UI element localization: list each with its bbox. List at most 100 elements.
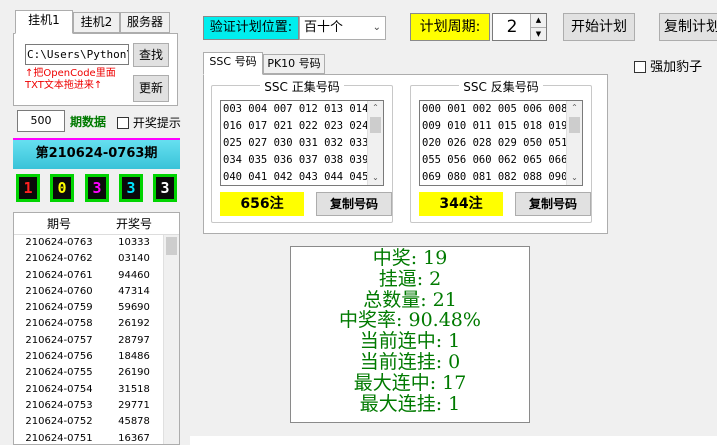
cell-number: 59690 <box>118 302 150 314</box>
plan-cycle-stepper[interactable]: 2 ▲ ▼ <box>492 13 547 41</box>
cell-period: 210624-0760 <box>25 285 93 297</box>
lottery-ball-5: 3 <box>153 174 177 202</box>
table-row[interactable]: 210624-0755 26190 <box>14 365 179 381</box>
table-row[interactable]: 210624-0761 94460 <box>14 268 179 284</box>
reverse-set-group: SSC 反集号码 000 001 002 005 006 008 009 010 … <box>410 80 592 223</box>
history-table-scroll-thumb[interactable] <box>166 237 177 255</box>
forward-set-listbox[interactable]: 003 004 007 012 013 014 016 017 021 022 0… <box>220 100 384 186</box>
start-plan-button[interactable]: 开始计划 <box>563 13 635 41</box>
list-item[interactable]: 034 035 036 037 038 039 <box>221 152 383 169</box>
stat-line: 最大连挂: 1 <box>359 392 461 415</box>
cell-number: 31518 <box>118 383 150 395</box>
cell-number: 16367 <box>118 432 150 444</box>
stat-line: 最大连中: 17 <box>353 371 467 394</box>
current-period-banner: 第210624-0763期 <box>13 138 180 169</box>
cell-number: 28797 <box>118 334 150 346</box>
cell-period: 210624-0758 <box>25 318 93 330</box>
list-item[interactable]: 020 026 028 029 050 051 <box>420 135 582 152</box>
plan-position-label: 验证计划位置: <box>203 16 299 40</box>
scroll-up-icon[interactable]: ⌃ <box>567 101 582 115</box>
cell-period: 210624-0757 <box>25 334 93 346</box>
header-period[interactable]: 期号 <box>14 213 104 234</box>
stat-line: 挂逼: 2 <box>378 267 442 290</box>
cell-period: 210624-0759 <box>25 302 93 314</box>
cell-period: 210624-0754 <box>25 383 93 395</box>
lottery-ball-1: 1 <box>16 174 40 202</box>
cell-number: 47314 <box>118 285 150 297</box>
lottery-ball-4: 3 <box>119 174 143 202</box>
forward-set-group: SSC 正集号码 003 004 007 012 013 014 016 017 … <box>211 80 393 223</box>
copy-plan-button[interactable]: 复制计划 <box>659 13 717 41</box>
tab-guaji-2[interactable]: 挂机2 <box>73 12 120 33</box>
tab-guaji-1[interactable]: 挂机1 <box>15 10 73 34</box>
table-row[interactable]: 210624-0754 31518 <box>14 382 179 398</box>
reverse-set-scroll-thumb[interactable] <box>569 117 580 133</box>
forward-set-scroll-thumb[interactable] <box>370 117 381 133</box>
list-item[interactable]: 003 004 007 012 013 014 <box>221 101 383 118</box>
table-row[interactable]: 210624-0751 16367 <box>14 431 179 444</box>
drag-hint: ↑把OpenCode里面 TXT文本拖进来↑ <box>25 68 116 92</box>
drag-hint-line-2: TXT文本拖进来↑ <box>25 80 103 91</box>
table-row[interactable]: 210624-0752 45878 <box>14 414 179 430</box>
stat-line: 中奖: 19 <box>372 247 448 269</box>
reverse-set-scrollbar[interactable]: ⌃ ⌄ <box>566 101 582 185</box>
history-table-scrollbar[interactable] <box>163 235 179 444</box>
find-button[interactable]: 查找 <box>133 43 169 67</box>
prize-hint-check-box[interactable] <box>117 117 129 129</box>
table-row[interactable]: 210624-0753 29771 <box>14 398 179 414</box>
statistics-panel: 中奖: 19 挂逼: 2 总数量: 21 中奖率: 90.48% 当前连中: 1 当前连挂… <box>290 246 530 423</box>
stepper-down-icon[interactable]: ▼ <box>530 27 546 40</box>
plan-cycle-label: 计划周期: <box>410 13 490 41</box>
reverse-set-title: SSC 反集号码 <box>459 80 543 94</box>
file-path-input[interactable]: C:\Users\Python\D <box>25 44 129 65</box>
scroll-down-icon[interactable]: ⌄ <box>368 171 383 185</box>
cell-period: 210624-0755 <box>25 367 93 379</box>
cell-number: 26192 <box>118 318 150 330</box>
period-count-input[interactable]: 500 <box>17 110 65 132</box>
forward-set-scrollbar[interactable]: ⌃ ⌄ <box>367 101 383 185</box>
cell-number: 94460 <box>118 269 150 281</box>
header-number[interactable]: 开奖号 <box>104 213 164 234</box>
scroll-down-icon[interactable]: ⌄ <box>567 171 582 185</box>
cell-number: 26190 <box>118 367 150 379</box>
copy-forward-button[interactable]: 复制号码 <box>316 192 392 216</box>
prize-hint-checkbox[interactable]: 开奖提示 <box>117 114 181 131</box>
update-button[interactable]: 更新 <box>133 75 169 102</box>
cell-number: 03140 <box>118 253 150 265</box>
stat-line: 当前连中: 1 <box>359 330 461 353</box>
list-item[interactable]: 069 080 081 082 088 090 <box>420 169 582 185</box>
table-row[interactable]: 210624-0760 47314 <box>14 284 179 300</box>
cell-number: 18486 <box>118 351 150 363</box>
list-item[interactable]: 000 001 002 005 006 008 <box>420 101 582 118</box>
list-item[interactable]: 016 017 021 022 023 024 <box>221 118 383 135</box>
plan-position-select[interactable]: 百十个 ⌄ <box>299 16 386 40</box>
tab-server[interactable]: 服务器 <box>120 12 170 33</box>
scroll-up-icon[interactable]: ⌃ <box>368 101 383 115</box>
reverse-set-listbox[interactable]: 000 001 002 005 006 008 009 010 011 015 0… <box>419 100 583 186</box>
list-item[interactable]: 055 056 060 062 065 066 <box>420 152 582 169</box>
cell-number: 10333 <box>118 237 150 248</box>
tab-pk10-numbers[interactable]: PK10 号码 <box>263 54 325 74</box>
list-item[interactable]: 025 027 030 031 032 033 <box>221 135 383 152</box>
cell-period: 210624-0756 <box>25 351 93 363</box>
copy-reverse-button[interactable]: 复制号码 <box>515 192 591 216</box>
stepper-up-icon[interactable]: ▲ <box>530 14 546 27</box>
list-item[interactable]: 040 041 042 043 044 045 <box>221 169 383 185</box>
list-item[interactable]: 009 010 011 015 018 019 <box>420 118 582 135</box>
table-row[interactable]: 210624-0757 28797 <box>14 333 179 349</box>
table-row[interactable]: 210624-0759 59690 <box>14 300 179 316</box>
cell-number: 45878 <box>118 416 150 428</box>
table-row[interactable]: 210624-0756 18486 <box>14 349 179 365</box>
forward-set-count: 656注 <box>220 192 304 216</box>
stat-line: 中奖率: 90.48% <box>339 309 481 332</box>
force-leopard-checkbox[interactable]: 强加豹子 <box>634 56 702 75</box>
table-row[interactable]: 210624-0758 26192 <box>14 316 179 332</box>
table-row[interactable]: 210624-0762 03140 <box>14 251 179 267</box>
force-leopard-check-box[interactable] <box>634 61 646 73</box>
stat-line: 总数量: 21 <box>363 288 457 311</box>
table-row[interactable]: 210624-0763 10333 <box>14 235 179 251</box>
tab-ssc-numbers[interactable]: SSC 号码 <box>203 52 263 75</box>
plan-position-value: 百十个 <box>304 20 344 35</box>
reverse-set-count: 344注 <box>419 192 503 216</box>
cell-period: 210624-0752 <box>25 416 93 428</box>
